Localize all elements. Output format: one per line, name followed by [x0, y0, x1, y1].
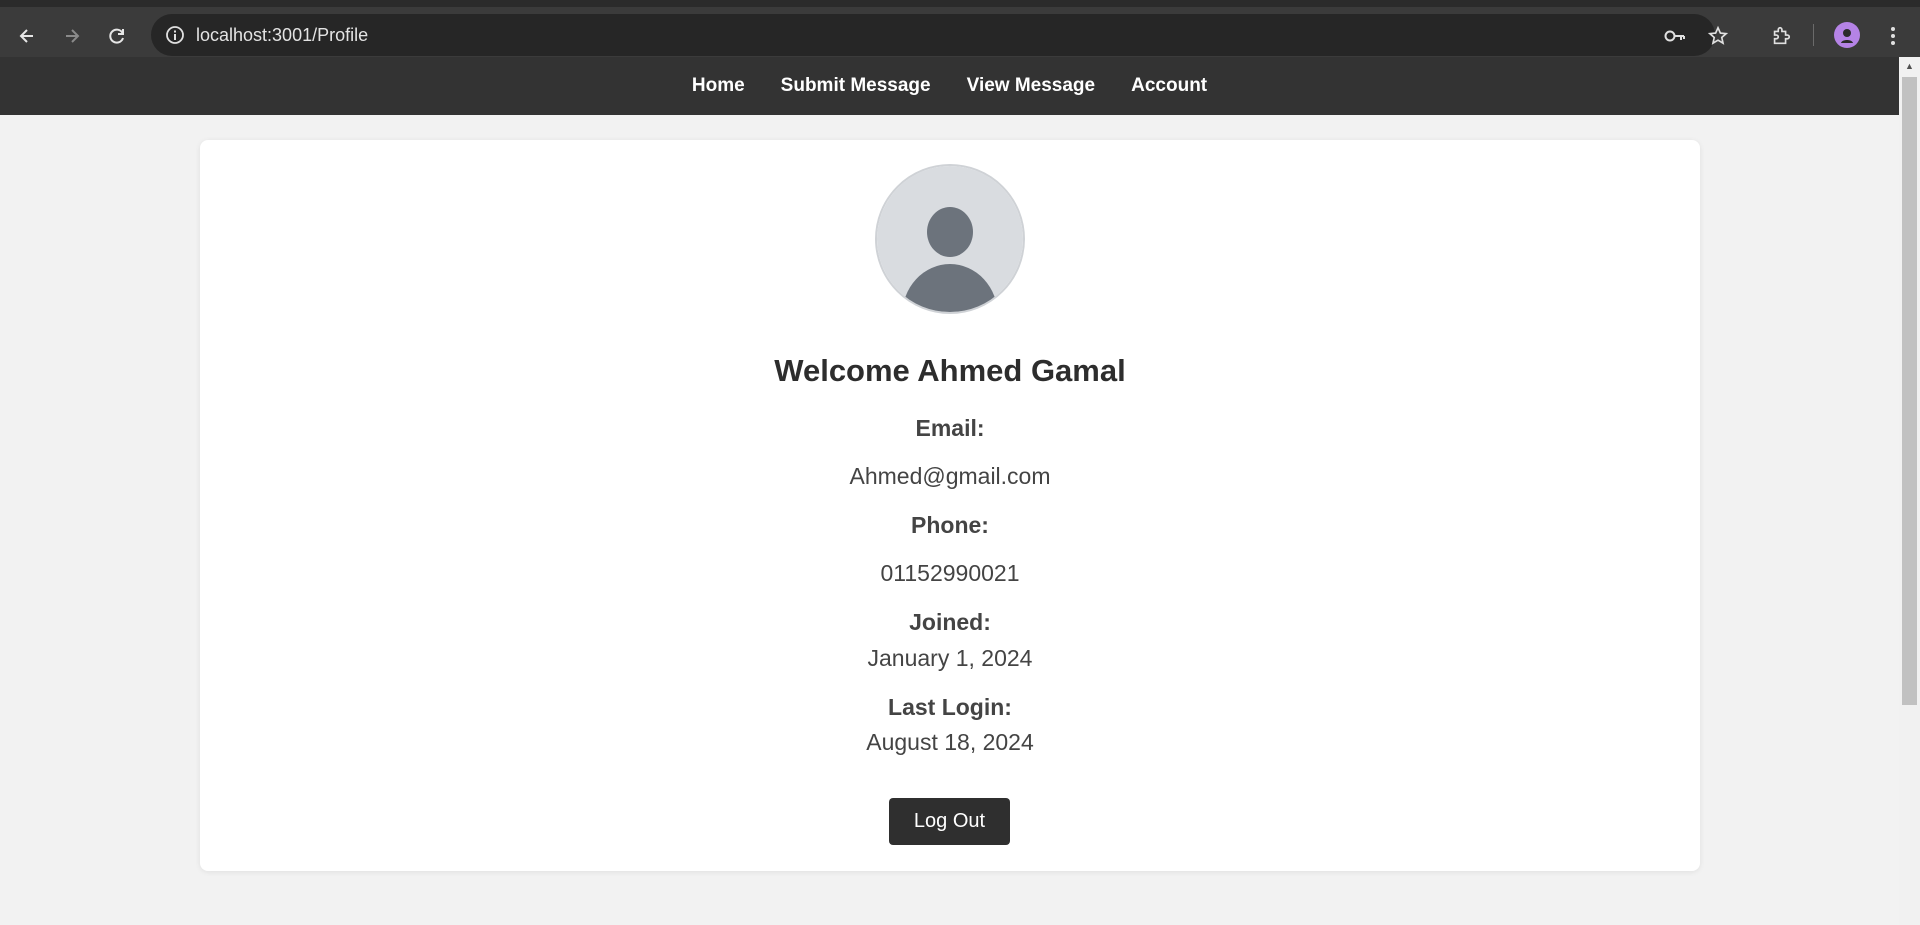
nav-home[interactable]: Home: [674, 75, 763, 97]
phone-label: Phone:: [911, 512, 989, 538]
phone-value: 01152990021: [880, 560, 1020, 586]
nav-account[interactable]: Account: [1113, 75, 1225, 97]
browser-toolbar: localhost:3001/Profile: [0, 0, 1920, 57]
email-value: Ahmed@gmail.com: [849, 463, 1051, 489]
forward-button[interactable]: [52, 16, 92, 56]
welcome-heading: Welcome Ahmed Gamal: [774, 353, 1126, 388]
email-label: Email:: [915, 415, 985, 441]
arrow-left-icon: [19, 29, 33, 43]
nav-view-message[interactable]: View Message: [949, 75, 1114, 97]
joined-value: January 1, 2024: [867, 645, 1033, 671]
profile-avatar-icon[interactable]: [1834, 22, 1860, 48]
star-icon[interactable]: [1705, 23, 1731, 49]
main-nav: Home Submit Message View Message Account: [0, 57, 1899, 115]
toolbar-divider: [1813, 24, 1814, 46]
url-text: localhost:3001/Profile: [196, 25, 369, 45]
reload-icon: [109, 28, 124, 44]
kebab-menu-icon[interactable]: [1880, 23, 1906, 49]
address-bar[interactable]: localhost:3001/Profile: [151, 14, 1729, 56]
avatar-icon: [875, 164, 1025, 314]
back-button[interactable]: [7, 16, 47, 56]
page-scrollbar[interactable]: ▲: [1899, 57, 1920, 925]
profile-card: Welcome Ahmed Gamal Email: Ahmed@gmail.c…: [200, 140, 1700, 871]
logout-button[interactable]: Log Out: [889, 798, 1010, 845]
key-icon[interactable]: [1662, 23, 1688, 49]
info-icon[interactable]: [163, 23, 187, 47]
reload-button[interactable]: [97, 16, 137, 56]
last-login-value: August 18, 2024: [866, 729, 1034, 755]
scroll-thumb[interactable]: [1902, 77, 1917, 705]
arrow-right-icon: [66, 29, 80, 43]
nav-submit-message[interactable]: Submit Message: [763, 75, 949, 97]
puzzle-icon[interactable]: [1768, 23, 1794, 49]
scroll-up-arrow-icon[interactable]: ▲: [1899, 59, 1920, 73]
last-login-label: Last Login:: [888, 694, 1012, 720]
joined-label: Joined:: [909, 609, 991, 635]
